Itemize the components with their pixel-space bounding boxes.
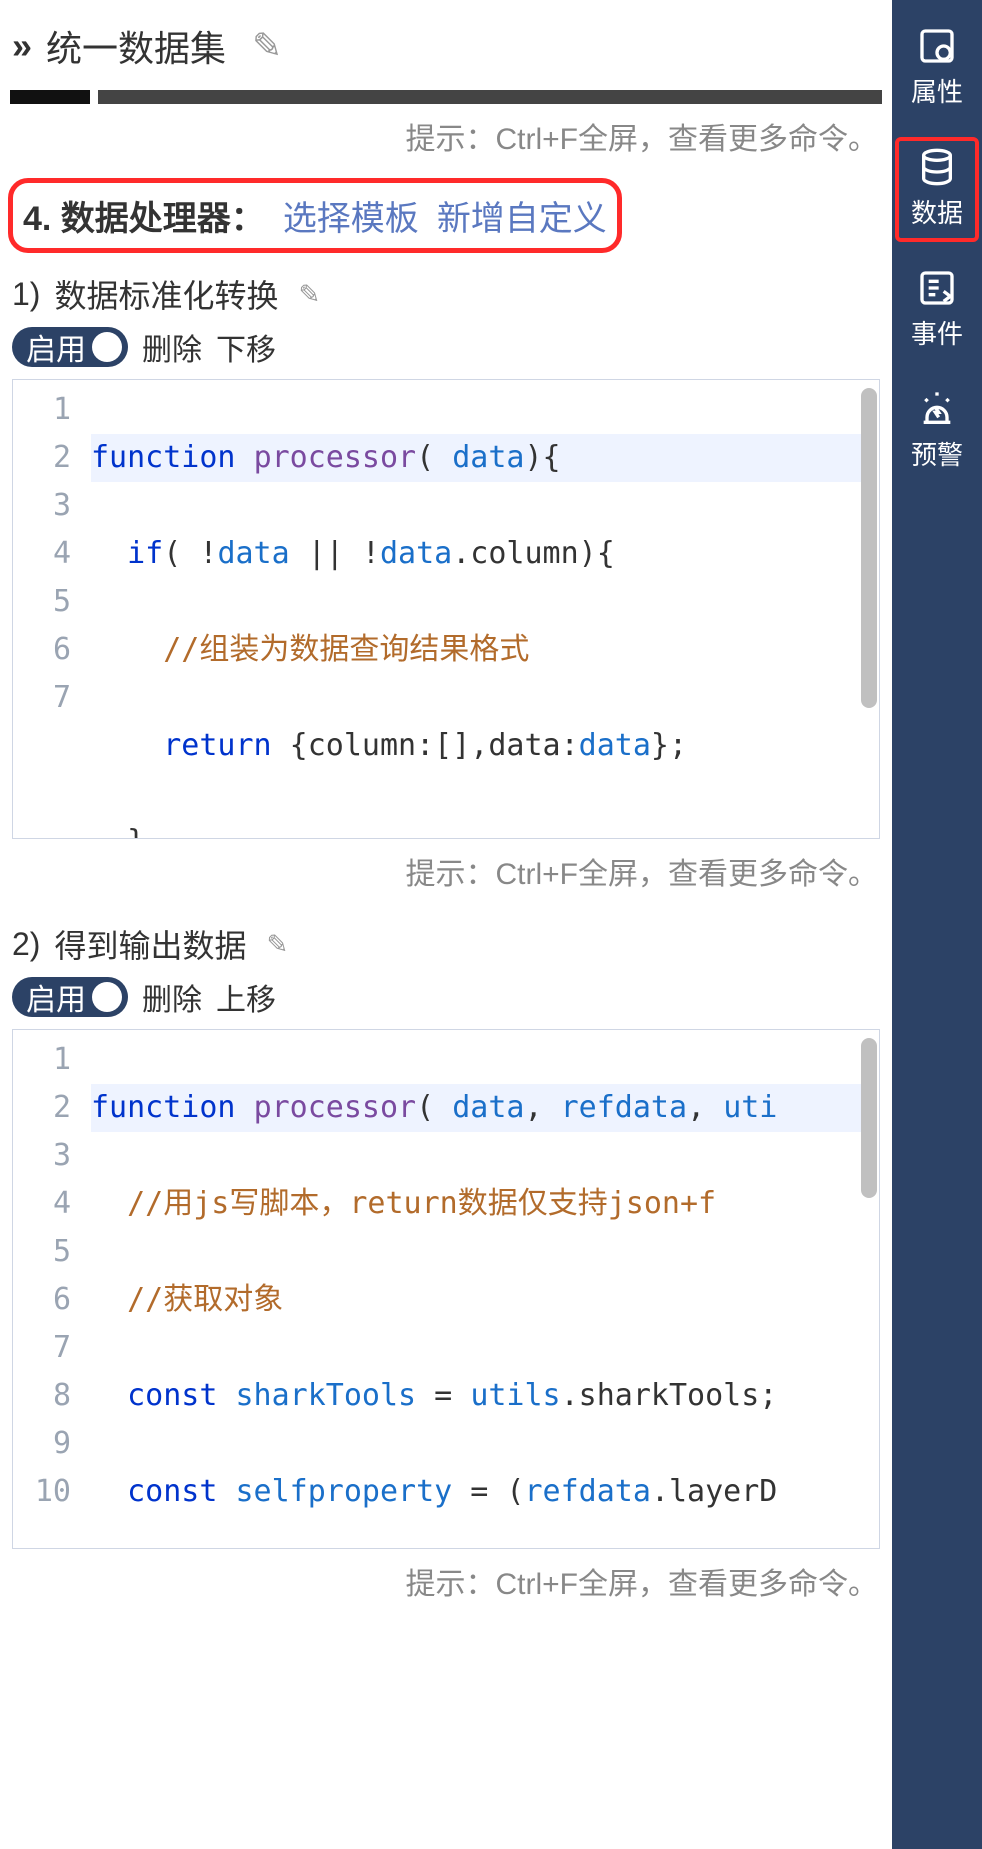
processor-1-name: 数据标准化转换	[54, 271, 278, 317]
edit-processor-2-icon[interactable]: ✎	[266, 929, 288, 960]
hint-text-3: 提示：Ctrl+F全屏，查看更多命令。	[6, 1549, 886, 1621]
code-area[interactable]: function processor( data, refdata, uti /…	[83, 1030, 879, 1549]
sidebar-item-label: 数据	[911, 193, 963, 230]
processor-1-index: 1)	[12, 276, 40, 313]
sidebar-item-events[interactable]: 事件	[897, 260, 977, 361]
processor-2-enable-toggle[interactable]: 启用	[12, 977, 128, 1017]
expand-icon[interactable]: »	[12, 25, 26, 67]
hint-text-2: 提示：Ctrl+F全屏，查看更多命令。	[6, 839, 886, 911]
sidebar-item-label: 预警	[911, 435, 963, 472]
processor-2-delete[interactable]: 删除	[142, 975, 202, 1019]
line-gutter: 12345678910	[13, 1030, 83, 1549]
horizontal-scrollbar-top[interactable]	[10, 90, 882, 104]
main-panel: » 统一数据集 ✎ 提示：Ctrl+F全屏，查看更多命令。 4. 数据处理器： …	[0, 0, 892, 1849]
processor-1-editor[interactable]: 1234567 function processor( data){ if( !…	[12, 379, 880, 839]
editor-1-vertical-scrollbar[interactable]	[861, 388, 877, 830]
code-area[interactable]: function processor( data){ if( !data || …	[83, 380, 879, 839]
processor-1-actions: 启用 删除 下移	[6, 325, 886, 379]
select-template-link[interactable]: 选择模板	[283, 191, 419, 240]
toggle-knob-icon	[92, 332, 122, 362]
right-sidebar: 属性 数据 事件 预警	[892, 0, 982, 1849]
processor-2-header: 2) 得到输出数据 ✎	[6, 911, 886, 975]
sidebar-item-label: 事件	[911, 314, 963, 351]
panel-header: » 统一数据集 ✎	[6, 10, 886, 90]
editor-2-vertical-scrollbar[interactable]	[861, 1038, 877, 1540]
processor-2-index: 2)	[12, 926, 40, 963]
list-arrow-icon	[917, 268, 957, 308]
processor-1-move-down[interactable]: 下移	[216, 325, 276, 369]
toggle-label: 启用	[26, 975, 86, 1019]
toggle-knob-icon	[92, 982, 122, 1012]
line-gutter: 1234567	[13, 380, 83, 839]
sidebar-item-properties[interactable]: 属性	[897, 18, 977, 119]
section-4-label: 4. 数据处理器：	[23, 191, 265, 240]
hint-text: 提示：Ctrl+F全屏，查看更多命令。	[6, 104, 886, 176]
processor-1-header: 1) 数据标准化转换 ✎	[6, 261, 886, 325]
processor-1-delete[interactable]: 删除	[142, 325, 202, 369]
edit-title-icon[interactable]: ✎	[252, 25, 282, 67]
edit-processor-1-icon[interactable]: ✎	[298, 279, 320, 310]
section-4-title: 4. 数据处理器： 选择模板 新增自定义	[8, 178, 622, 253]
toggle-label: 启用	[26, 325, 86, 369]
sidebar-item-alert[interactable]: 预警	[897, 381, 977, 482]
processor-2-move-up[interactable]: 上移	[216, 975, 276, 1019]
add-custom-link[interactable]: 新增自定义	[437, 191, 607, 240]
sidebar-item-label: 属性	[911, 72, 963, 109]
processor-2-editor[interactable]: 12345678910 function processor( data, re…	[12, 1029, 880, 1549]
page-title: 统一数据集	[46, 20, 226, 72]
processor-1-enable-toggle[interactable]: 启用	[12, 327, 128, 367]
database-icon	[917, 147, 957, 187]
alert-icon	[917, 389, 957, 429]
processor-2-name: 得到输出数据	[54, 921, 246, 967]
processor-2-actions: 启用 删除 上移	[6, 975, 886, 1029]
gear-icon	[917, 26, 957, 66]
sidebar-item-data[interactable]: 数据	[897, 139, 977, 240]
